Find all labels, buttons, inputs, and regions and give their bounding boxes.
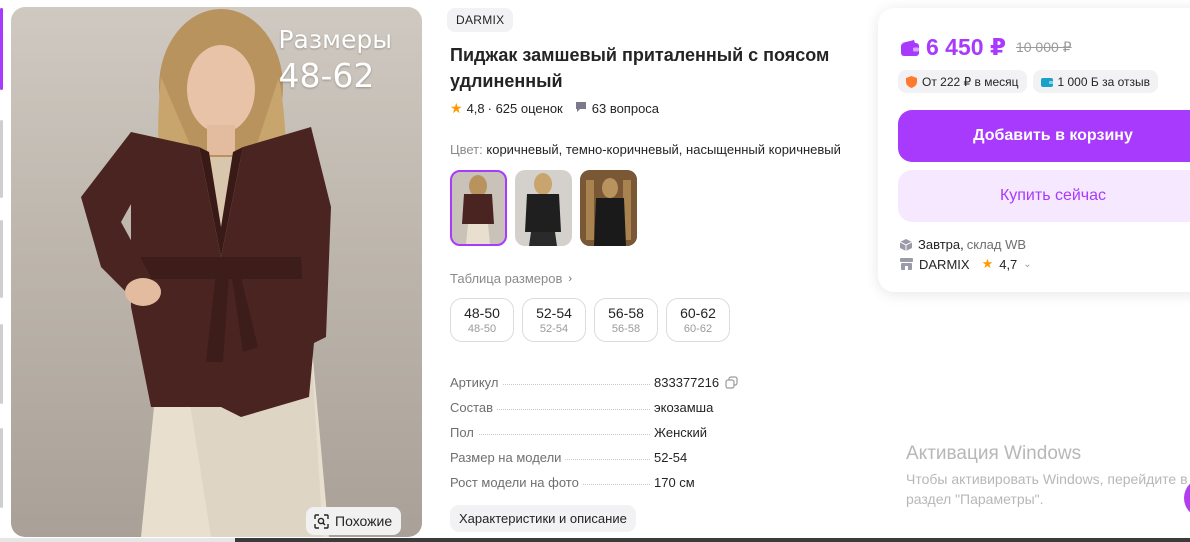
current-price: 6 450 ₽	[926, 34, 1006, 60]
similar-button[interactable]: Похожие	[306, 507, 402, 535]
bottom-edge	[0, 538, 1190, 542]
color-swatch-dark[interactable]	[580, 170, 637, 246]
spec-row: Артикул 833377216	[450, 370, 750, 395]
brand-link[interactable]: DARMIX	[447, 8, 514, 32]
spec-row: Рост модели на фото 170 см	[450, 470, 750, 495]
spec-value: экозамша	[654, 400, 714, 415]
price-row: 6 450 ₽ 10 000 ₽	[900, 34, 1072, 61]
spec-key: Пол	[450, 425, 478, 440]
size-option[interactable]: 52-54 52-54	[522, 298, 586, 342]
buy-card: 6 450 ₽ 10 000 ₽ От 222 ₽ в месяц 1 000 …	[878, 8, 1190, 292]
thumbnail[interactable]	[0, 428, 3, 508]
product-main-photo[interactable]: Размеры 48-62 Похожие	[11, 7, 422, 537]
size-option-label: 52-54	[536, 305, 572, 321]
spec-value: 52-54	[654, 450, 688, 465]
size-option-sub: 52-54	[539, 323, 569, 335]
size-option[interactable]: 48-50 48-50	[450, 298, 514, 342]
spec-list: Артикул 833377216 Состав экозамша Пол Же…	[450, 370, 750, 495]
seller-name: DARMIX	[919, 256, 970, 272]
size-option[interactable]: 56-58 56-58	[594, 298, 658, 342]
windows-activation-text: Чтобы активировать Windows, перейдите в …	[906, 471, 1188, 507]
characteristics-button[interactable]: Характеристики и описание	[450, 505, 636, 532]
thumbnail-strip	[0, 8, 4, 538]
review-bonus-chip[interactable]: 1 000 Б за отзыв	[1032, 70, 1158, 93]
color-value: коричневый, темно-коричневый, насыщенный…	[486, 142, 841, 157]
chevron-right-icon: ›	[568, 272, 573, 285]
seller-rating: 4,7	[999, 256, 1018, 272]
installment-label: От 222 ₽ в месяц	[922, 74, 1019, 89]
spec-value: 833377216	[654, 375, 739, 390]
size-options: 48-50 48-50 52-54 52-54 56-58 56-58 60-6…	[450, 298, 730, 342]
article-number: 833377216	[654, 375, 720, 390]
size-option-label: 48-50	[464, 305, 500, 321]
wallet-small-icon	[1040, 77, 1053, 87]
installment-chip[interactable]: От 222 ₽ в месяц	[898, 70, 1027, 93]
questions-count[interactable]: 63 вопроса	[592, 101, 659, 116]
spec-row: Состав экозамша	[450, 395, 750, 420]
sizes-overlay-value: 48-62	[278, 56, 375, 95]
size-option-sub: 60-62	[683, 323, 713, 335]
size-table-label: Таблица размеров	[450, 271, 563, 286]
spec-value: Женский	[654, 425, 707, 440]
spec-row: Размер на модели 52-54	[450, 445, 750, 470]
color-swatch-black[interactable]	[515, 170, 572, 246]
similar-button-label: Похожие	[335, 513, 393, 529]
product-title: Пиджак замшевый приталенный с поясом удл…	[450, 45, 830, 91]
spec-row: Пол Женский	[450, 420, 750, 445]
store-icon	[900, 258, 913, 270]
spec-key: Рост модели на фото	[450, 475, 583, 490]
delivery-info: Завтра, склад WB	[900, 237, 1026, 252]
delivery-warehouse: склад WB	[966, 237, 1027, 252]
spec-key: Артикул	[450, 375, 503, 390]
thumbnail-active[interactable]	[0, 8, 3, 90]
spec-key: Состав	[450, 400, 498, 415]
color-label: Цвет:	[450, 142, 483, 157]
sizes-overlay: Размеры 48-62	[278, 25, 392, 95]
copy-icon[interactable]	[725, 376, 738, 389]
visual-search-icon	[314, 513, 329, 529]
wallet-icon	[901, 39, 919, 56]
size-table-link[interactable]: Таблица размеров ›	[450, 271, 572, 286]
add-to-cart-button[interactable]: Добавить в корзину	[898, 110, 1190, 162]
color-swatch-brown[interactable]	[450, 170, 507, 246]
size-option-sub: 56-58	[611, 323, 641, 335]
box-icon	[900, 238, 912, 251]
seller-info[interactable]: DARMIX ★ 4,7 ⌄	[900, 256, 1032, 272]
delivery-day: Завтра,	[918, 237, 964, 252]
sizes-overlay-label: Размеры	[278, 25, 392, 54]
spec-value: 170 см	[654, 475, 695, 490]
buy-now-button[interactable]: Купить сейчас	[898, 170, 1190, 222]
old-price: 10 000 ₽	[1015, 39, 1072, 55]
star-icon: ★	[981, 256, 994, 271]
chevron-down-icon: ⌄	[1023, 258, 1032, 270]
thumbnail[interactable]	[0, 220, 3, 298]
spec-key: Размер на модели	[450, 450, 566, 465]
rating-value[interactable]: 4,8	[467, 101, 485, 116]
size-option-label: 60-62	[680, 305, 716, 321]
rating-row: ★ 4,8 · 625 оценок 63 вопроса	[450, 100, 659, 117]
color-swatches	[450, 170, 637, 246]
size-option-sub: 48-50	[467, 323, 497, 335]
question-icon	[575, 101, 587, 116]
review-bonus-label: 1 000 Б за отзыв	[1057, 74, 1151, 89]
star-icon: ★	[450, 100, 463, 116]
windows-activation-title: Активация Windows	[906, 443, 1082, 464]
thumbnail[interactable]	[0, 324, 3, 404]
windows-activation-watermark: Активация Windows Чтобы активировать Win…	[906, 443, 1190, 509]
color-row: Цвет: коричневый, темно-коричневый, насы…	[450, 142, 841, 157]
size-option[interactable]: 60-62 60-62	[666, 298, 730, 342]
shield-icon	[906, 75, 917, 88]
size-option-label: 56-58	[608, 305, 644, 321]
thumbnail[interactable]	[0, 120, 3, 198]
price-chips: От 222 ₽ в месяц 1 000 Б за отзыв	[898, 70, 1158, 93]
reviews-count[interactable]: · 625 оценок	[488, 101, 563, 116]
